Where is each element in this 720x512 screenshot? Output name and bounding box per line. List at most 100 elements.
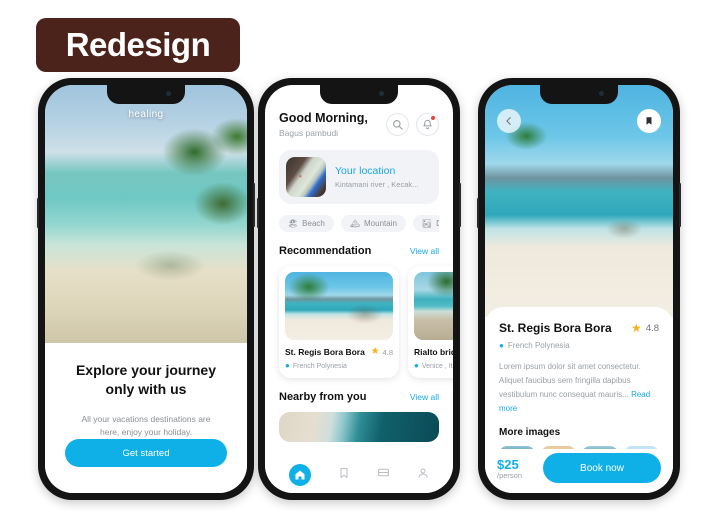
chip-beach[interactable]: 🏖 Beach [279, 215, 334, 232]
screen-home: Good Morning, Bagus pambudi Your locatio… [265, 85, 453, 493]
recommendation-card-heading: St. Regis Bora Bora ★ 4.8 [285, 347, 393, 358]
star-icon: ★ [370, 346, 380, 357]
phone-notch [320, 85, 398, 104]
back-button[interactable] [497, 109, 521, 133]
onboarding-content: Explore your journey only with us All yo… [45, 343, 247, 493]
detail-description: Lorem ipsum dolor sit amet consectetur. … [499, 360, 659, 416]
location-subtitle: Kintamani river , Kecak... [335, 180, 419, 189]
detail-description-text: Lorem ipsum dolor sit amet consectetur. … [499, 362, 641, 399]
screen-detail: St. Regis Bora Bora ★ 4.8 ● French Polyn… [485, 85, 673, 493]
location-pin-icon: ● [414, 361, 419, 370]
onboarding-hero-image [45, 85, 247, 343]
home-header: Good Morning, Bagus pambudi [279, 111, 439, 138]
bookmark-button[interactable] [637, 109, 661, 133]
search-button[interactable] [386, 113, 409, 136]
get-started-label: Get started [122, 447, 170, 459]
detail-rating-value: 4.8 [645, 322, 659, 334]
recommendation-card-rating: ★ 4.8 [371, 347, 393, 357]
location-pin-icon: ● [499, 340, 504, 350]
detail-location-label: French Polynesia [507, 341, 570, 350]
recommendation-card-name: Rialto bridge [414, 347, 453, 357]
notification-dot [431, 116, 435, 120]
location-thumbnail [286, 157, 326, 197]
greeting-block: Good Morning, Bagus pambudi [279, 111, 368, 138]
onboarding-subtitle-line1: All your vacations destinations are [81, 413, 211, 424]
hero-overlay-label: healing [128, 109, 164, 120]
detail-heading: St. Regis Bora Bora ★ 4.8 [499, 321, 659, 335]
get-started-button[interactable]: Get started [65, 439, 227, 467]
tab-bookmarks[interactable] [338, 466, 350, 484]
beach-icon: 🏖 [288, 219, 299, 228]
chip-beach-label: Beach [302, 219, 325, 228]
onboarding-title-line1: Explore your journey [75, 362, 217, 378]
recommendation-card-location: ● Venice , Italy [414, 362, 453, 370]
home-icon [295, 470, 305, 480]
detail-rating: ★ 4.8 [631, 322, 659, 334]
tab-cards[interactable] [377, 466, 390, 484]
chevron-left-icon [506, 117, 511, 125]
category-chips: 🏖 Beach 🏔 Mountain 🏜 Des [279, 215, 439, 232]
chip-desert[interactable]: 🏜 Des [412, 215, 439, 232]
recommendation-card[interactable]: St. Regis Bora Bora ★ 4.8 ● French Polyn… [279, 266, 399, 378]
recommendation-view-all[interactable]: View all [410, 246, 439, 256]
home-content: Good Morning, Bagus pambudi Your locatio… [265, 85, 453, 493]
location-title: Your location [335, 165, 396, 177]
recommendation-card-name: St. Regis Bora Bora [285, 347, 365, 357]
recommendation-card-image [285, 272, 393, 340]
recommendation-card-location-label: French Polynesia [292, 362, 347, 370]
notification-button[interactable] [416, 113, 439, 136]
book-now-button[interactable]: Book now [543, 453, 661, 483]
recommendation-title: Recommendation [279, 245, 372, 257]
recommendation-card-heading: Rialto bridge [414, 347, 453, 357]
front-camera-icon [166, 91, 171, 96]
front-camera-icon [599, 91, 604, 96]
redesign-badge-label: Redesign [65, 26, 211, 63]
price-unit: /person [497, 470, 523, 480]
phone-notch [540, 85, 618, 104]
your-location-card[interactable]: Your location Kintamani river , Kecak... [279, 150, 439, 204]
chip-desert-label: Des [436, 219, 439, 228]
redesign-badge: Redesign [36, 18, 240, 72]
nearby-header: Nearby from you View all [279, 391, 439, 403]
detail-location: ● French Polynesia [499, 341, 659, 350]
phone-mockup-detail: St. Regis Bora Bora ★ 4.8 ● French Polyn… [477, 78, 681, 500]
screen-onboarding: healing Explore your journey only with u… [45, 85, 247, 493]
onboarding-subtitle: All your vacations destinations are here… [82, 413, 211, 439]
chip-mountain[interactable]: 🏔 Mountain [340, 215, 406, 232]
search-icon [393, 120, 403, 130]
nearby-title: Nearby from you [279, 391, 367, 403]
phone-mockup-home: Good Morning, Bagus pambudi Your locatio… [257, 78, 461, 500]
header-actions [386, 113, 439, 136]
star-icon: ★ [631, 321, 642, 335]
detail-booking-bar: $25 /person Book now [485, 449, 673, 493]
username-text: Bagus pambudi [279, 128, 339, 138]
location-texts: Your location Kintamani river , Kecak... [335, 165, 418, 189]
book-now-label: Book now [580, 462, 624, 474]
price-amount: $25 [497, 456, 519, 472]
onboarding-subtitle-line2: here, enjoy your holiday. [100, 426, 192, 437]
recommendation-list: St. Regis Bora Bora ★ 4.8 ● French Polyn… [279, 266, 453, 378]
profile-icon [418, 468, 428, 478]
phone-mockup-onboarding: healing Explore your journey only with u… [37, 78, 255, 500]
tab-home[interactable] [288, 464, 311, 486]
tab-profile[interactable] [417, 466, 429, 484]
card-list-icon [378, 468, 390, 477]
nearby-card-image[interactable] [279, 412, 439, 442]
recommendation-card-rating-value: 4.8 [382, 347, 393, 357]
detail-top-actions [497, 109, 661, 133]
location-pin-icon: ● [285, 361, 290, 370]
desert-icon: 🏜 [421, 219, 433, 228]
recommendation-card-location-label: Venice , Italy [421, 362, 453, 370]
detail-title: St. Regis Bora Bora [499, 321, 612, 335]
onboarding-title-line2: only with us [105, 380, 187, 397]
front-camera-icon [379, 91, 384, 96]
bookmark-icon [340, 468, 348, 478]
more-images-title: More images [499, 427, 561, 438]
bookmark-icon [646, 117, 652, 125]
greeting-text: Good Morning, [279, 111, 368, 125]
price-block: $25 /person [497, 457, 522, 480]
recommendation-card[interactable]: Rialto bridge ● Venice , Italy [408, 266, 453, 378]
recommendation-card-image [414, 272, 453, 340]
bottom-tab-bar [265, 457, 453, 493]
nearby-view-all[interactable]: View all [410, 392, 439, 402]
